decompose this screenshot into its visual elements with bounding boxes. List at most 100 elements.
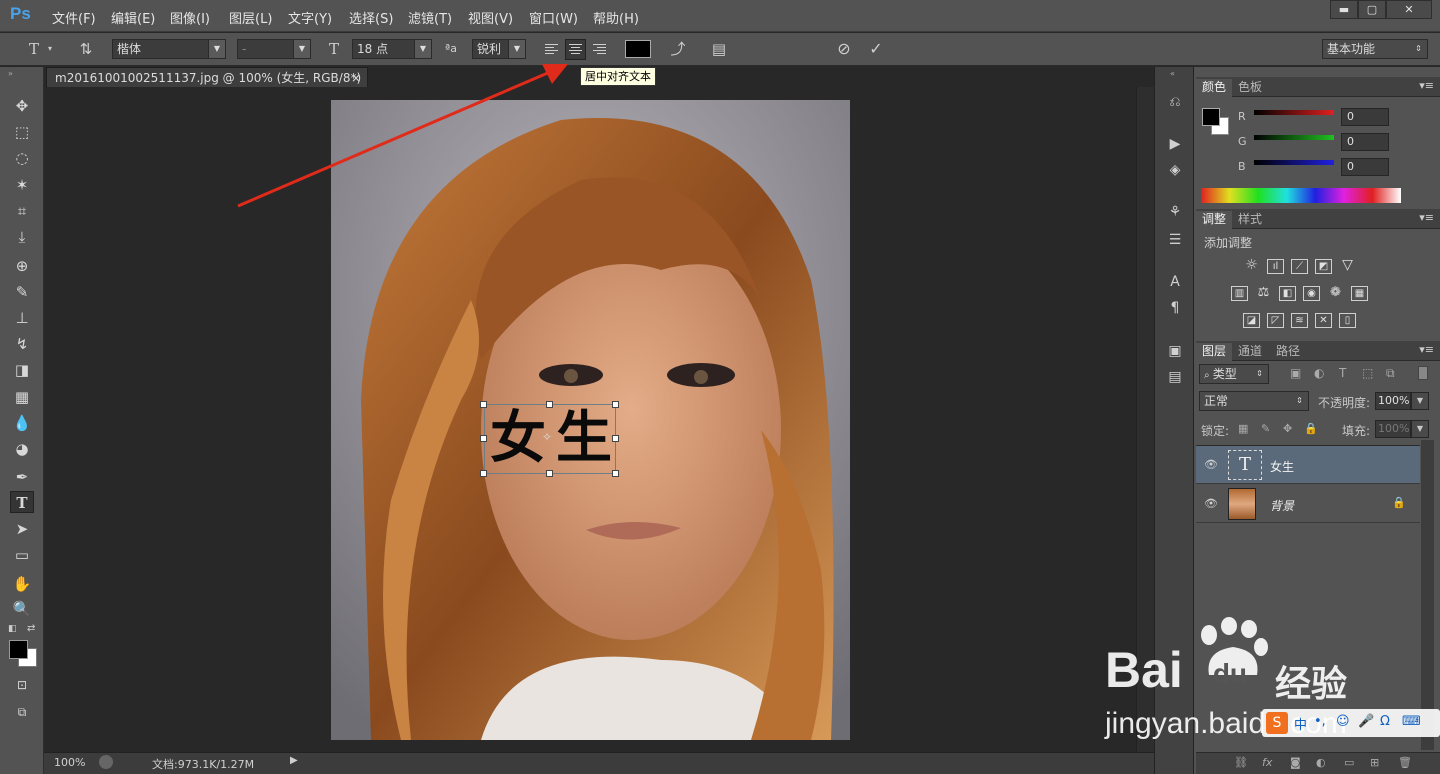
filter-shape-icon[interactable]: ⬚ xyxy=(1362,366,1373,380)
ime-mode-icon[interactable]: 中 xyxy=(1294,714,1307,733)
lasso-tool-icon[interactable]: ◌ xyxy=(10,147,34,169)
ime-emoji-icon[interactable]: ☺ xyxy=(1336,714,1350,729)
magic-wand-tool-icon[interactable]: ✶ xyxy=(10,174,34,196)
ime-keyboard-icon[interactable]: ⌨ xyxy=(1402,714,1421,729)
foreground-color-swatch[interactable] xyxy=(1202,108,1220,126)
posterize-icon[interactable]: ◸ xyxy=(1267,313,1284,328)
collapse-arrows-icon[interactable]: « xyxy=(1170,69,1175,78)
character-panel-icon[interactable]: A xyxy=(1163,271,1187,293)
filter-smart-object-icon[interactable]: ⧉ xyxy=(1386,366,1395,381)
layer-name[interactable]: 背景 xyxy=(1270,497,1294,514)
ime-voice-icon[interactable]: 🎤 xyxy=(1358,714,1374,729)
layers-scrollbar[interactable] xyxy=(1421,440,1434,750)
text-color-swatch[interactable] xyxy=(625,40,651,58)
preset-chevron-down-icon[interactable]: ▾ xyxy=(48,44,52,53)
warp-text-icon[interactable]: ⤴ xyxy=(668,40,688,60)
delete-layer-icon[interactable]: 🗑 xyxy=(1398,756,1412,769)
filter-toggle-icon[interactable] xyxy=(1418,366,1428,380)
type-tool-preset-icon[interactable]: T xyxy=(24,40,44,60)
swap-colors-icon[interactable]: ⇄ xyxy=(27,623,35,634)
link-layers-icon[interactable]: ⛓ xyxy=(1234,756,1248,769)
tab-paths[interactable]: 路径 xyxy=(1270,343,1306,361)
transform-handle[interactable] xyxy=(480,401,487,408)
transform-handle[interactable] xyxy=(546,401,553,408)
menu-layer[interactable]: 图层(L) xyxy=(229,8,272,27)
curves-icon[interactable]: ⟋ xyxy=(1291,259,1308,274)
collapse-arrows-icon[interactable]: » xyxy=(8,69,13,78)
lock-all-icon[interactable]: 🔒 xyxy=(1304,422,1318,435)
eyedropper-tool-icon[interactable]: ⤓ xyxy=(10,226,34,248)
channel-mixer-icon[interactable]: ❁ xyxy=(1327,286,1344,301)
menu-type[interactable]: 文字(Y) xyxy=(288,8,332,27)
brush-presets-icon[interactable]: ☰ xyxy=(1163,229,1187,251)
fill-dropdown-icon[interactable]: ▼ xyxy=(1411,420,1429,438)
menu-window[interactable]: 窗口(W) xyxy=(529,8,578,27)
lock-position-icon[interactable]: ✥ xyxy=(1283,422,1292,435)
healing-brush-tool-icon[interactable]: ⊕ xyxy=(10,255,34,277)
font-family-select[interactable]: 楷体 ▼ xyxy=(112,39,226,59)
zoom-tool-icon[interactable]: 🔍 xyxy=(10,598,34,620)
gradient-tool-icon[interactable]: ▦ xyxy=(10,386,34,408)
selective-color-icon[interactable]: ✕ xyxy=(1315,313,1332,328)
brush-panel-icon[interactable]: ⚘ xyxy=(1163,201,1187,223)
stamp-tool-icon[interactable]: ⊥ xyxy=(10,307,34,329)
filter-adjustment-icon[interactable]: ◐ xyxy=(1314,366,1324,380)
add-mask-icon[interactable]: ◙ xyxy=(1290,756,1301,769)
font-style-select[interactable]: - ▼ xyxy=(237,39,311,59)
tab-styles[interactable]: 样式 xyxy=(1232,211,1268,229)
tab-channels[interactable]: 通道 xyxy=(1232,343,1268,361)
ime-symbol-icon[interactable]: Ω xyxy=(1380,714,1390,729)
zoom-level[interactable]: 100% xyxy=(54,756,85,769)
history-brush-tool-icon[interactable]: ↯ xyxy=(10,333,34,355)
color-lookup-icon[interactable]: ▦ xyxy=(1351,286,1368,301)
tab-adjustments[interactable]: 调整 xyxy=(1196,211,1233,229)
antialias-select[interactable]: 锐利 ▼ xyxy=(472,39,526,59)
transform-handle[interactable] xyxy=(612,470,619,477)
foreground-color-swatch[interactable] xyxy=(9,640,28,659)
filter-pixel-icon[interactable]: ▣ xyxy=(1290,366,1301,380)
filter-type-icon[interactable]: T xyxy=(1339,366,1346,380)
visibility-eye-icon[interactable]: 👁 xyxy=(1204,497,1218,510)
threshold-icon[interactable]: ≋ xyxy=(1291,313,1308,328)
pen-tool-icon[interactable]: ✒ xyxy=(10,466,34,488)
color-balance-icon[interactable]: ⚖ xyxy=(1255,286,1272,301)
hand-tool-icon[interactable]: ✋ xyxy=(10,573,34,595)
status-menu-icon[interactable] xyxy=(99,755,113,769)
new-layer-icon[interactable]: ⊞ xyxy=(1370,756,1379,769)
ime-punct-icon[interactable]: •, xyxy=(1314,714,1326,729)
vibrance-icon[interactable]: ▽ xyxy=(1339,258,1356,274)
eraser-tool-icon[interactable]: ◨ xyxy=(10,359,34,381)
menu-file[interactable]: 文件(F) xyxy=(52,8,96,27)
character-panel-icon[interactable]: ▤ xyxy=(709,40,729,60)
gradient-map-icon[interactable]: ▯ xyxy=(1339,313,1356,328)
screen-mode-icon[interactable]: ⧉ xyxy=(10,701,34,723)
minimize-button[interactable]: ▬ xyxy=(1330,0,1358,19)
actions-play-icon[interactable]: ▶ xyxy=(1163,133,1187,155)
transform-handle[interactable] xyxy=(480,435,487,442)
brush-tool-icon[interactable]: ✎ xyxy=(10,281,34,303)
move-tool-icon[interactable]: ✥ xyxy=(10,95,34,117)
photo-filter-icon[interactable]: ◉ xyxy=(1303,286,1320,301)
align-right-button[interactable] xyxy=(589,39,610,60)
ime-toolbar[interactable]: S 中 •, ☺ 🎤 Ω ⌨ xyxy=(1262,709,1440,737)
levels-icon[interactable]: ıl xyxy=(1267,259,1284,274)
invert-icon[interactable]: ◪ xyxy=(1243,313,1260,328)
menu-select[interactable]: 选择(S) xyxy=(349,8,393,27)
transform-handle[interactable] xyxy=(612,435,619,442)
red-slider[interactable] xyxy=(1254,110,1334,115)
layer-row-background[interactable]: 👁 背景 🔒 xyxy=(1196,485,1420,523)
menu-image[interactable]: 图像(I) xyxy=(170,8,210,27)
opacity-input[interactable]: 100% xyxy=(1375,392,1411,410)
red-value-input[interactable]: 0 xyxy=(1341,108,1389,126)
crop-tool-icon[interactable]: ⌗ xyxy=(10,200,34,222)
maximize-button[interactable]: ▢ xyxy=(1358,0,1386,19)
cancel-icon[interactable]: ⊘ xyxy=(834,40,854,60)
font-size-select[interactable]: 18 点 ▼ xyxy=(352,39,432,59)
ime-logo-icon[interactable]: S xyxy=(1266,712,1288,734)
dodge-tool-icon[interactable]: ◕ xyxy=(10,438,34,460)
align-left-button[interactable] xyxy=(541,39,562,60)
blue-value-input[interactable]: 0 xyxy=(1341,158,1389,176)
panel-menu-icon[interactable]: ▾≡ xyxy=(1419,211,1434,224)
menu-help[interactable]: 帮助(H) xyxy=(593,8,639,27)
menu-edit[interactable]: 编辑(E) xyxy=(111,8,155,27)
